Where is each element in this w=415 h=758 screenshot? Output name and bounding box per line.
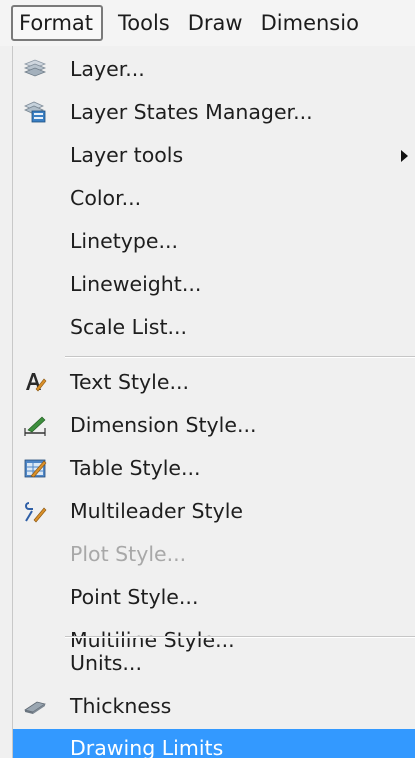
menu-bar: Format Tools Draw Dimensio bbox=[0, 0, 415, 46]
format-dropdown-menu: Layer... Layer States Manager... Layer t… bbox=[12, 46, 415, 758]
menu-separator bbox=[65, 356, 415, 358]
menu-item-units[interactable]: Units... bbox=[13, 642, 415, 685]
menu-item-label: Layer tools bbox=[70, 143, 184, 167]
menu-item-label: Thickness bbox=[70, 694, 172, 718]
layer-states-icon bbox=[23, 100, 47, 124]
menu-item-label: Layer... bbox=[70, 57, 145, 81]
thickness-icon bbox=[23, 694, 47, 718]
menu-item-label: Linetype... bbox=[70, 229, 179, 253]
menu-item-table-style[interactable]: Table Style... bbox=[13, 447, 415, 490]
menu-item-label: Table Style... bbox=[70, 456, 201, 480]
menu-item-layer[interactable]: Layer... bbox=[13, 48, 415, 91]
menu-item-thickness[interactable]: Thickness bbox=[13, 685, 415, 728]
menu-tools[interactable]: Tools bbox=[109, 5, 179, 41]
menu-item-lineweight[interactable]: Lineweight... bbox=[13, 263, 415, 306]
menu-item-multileader-style[interactable]: Multileader Style bbox=[13, 490, 415, 533]
menu-separator bbox=[65, 636, 415, 638]
menu-format[interactable]: Format bbox=[11, 5, 104, 41]
table-style-icon bbox=[23, 456, 47, 480]
menu-item-label: Dimension Style... bbox=[70, 413, 257, 437]
menu-item-plot-style: Plot Style... bbox=[13, 533, 415, 576]
menu-item-label: Lineweight... bbox=[70, 272, 202, 296]
menu-item-linetype[interactable]: Linetype... bbox=[13, 220, 415, 263]
layer-stack-icon bbox=[23, 57, 47, 81]
menu-item-dimension-style[interactable]: Dimension Style... bbox=[13, 404, 415, 447]
menu-item-label: Layer States Manager... bbox=[70, 100, 313, 124]
menu-item-drawing-limits[interactable]: Drawing Limits bbox=[13, 729, 415, 758]
app-window: Format Tools Draw Dimensio Layer... Laye… bbox=[0, 0, 415, 758]
menu-item-label: Plot Style... bbox=[70, 542, 187, 566]
menu-item-point-style[interactable]: Point Style... bbox=[13, 576, 415, 619]
text-style-icon bbox=[23, 370, 47, 394]
menu-item-scale-list[interactable]: Scale List... bbox=[13, 306, 415, 349]
menu-item-color[interactable]: Color... bbox=[13, 177, 415, 220]
menu-item-label: Color... bbox=[70, 186, 142, 210]
menu-item-label: Point Style... bbox=[70, 585, 199, 609]
menu-item-label: Text Style... bbox=[70, 370, 190, 394]
multileader-icon bbox=[23, 499, 47, 523]
submenu-arrow-icon bbox=[401, 150, 408, 162]
dimension-style-icon bbox=[23, 413, 47, 437]
menu-item-label: Multileader Style bbox=[70, 499, 244, 523]
menu-dimension[interactable]: Dimensio bbox=[252, 5, 368, 41]
menu-item-label: Scale List... bbox=[70, 315, 188, 339]
menu-item-layer-states-manager[interactable]: Layer States Manager... bbox=[13, 91, 415, 134]
menu-item-layer-tools[interactable]: Layer tools bbox=[13, 134, 415, 177]
menu-draw[interactable]: Draw bbox=[179, 5, 252, 41]
menu-item-text-style[interactable]: Text Style... bbox=[13, 361, 415, 404]
menu-item-label: Drawing Limits bbox=[70, 736, 224, 758]
menu-item-label: Units... bbox=[70, 651, 142, 675]
